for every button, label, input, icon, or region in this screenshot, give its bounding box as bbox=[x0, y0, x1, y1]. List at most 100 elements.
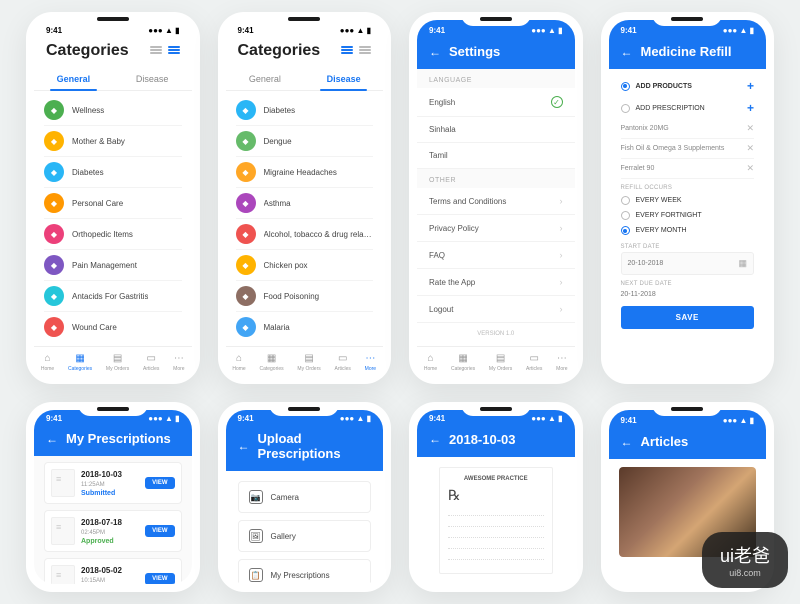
tab-general[interactable]: General bbox=[226, 68, 305, 90]
radio-add-products[interactable] bbox=[621, 82, 630, 91]
settings-row[interactable]: Privacy Policy› bbox=[417, 215, 575, 242]
save-button[interactable]: SAVE bbox=[621, 306, 755, 329]
category-label: Food Poisoning bbox=[264, 292, 320, 301]
category-label: Alcohol, tobacco & drug related illnesse… bbox=[264, 230, 374, 239]
category-row[interactable]: Dengue bbox=[236, 126, 374, 157]
settings-row[interactable]: Terms and Conditions› bbox=[417, 188, 575, 215]
nav-label: Home bbox=[424, 366, 437, 372]
nav-categories[interactable]: ▦Categories bbox=[451, 353, 475, 372]
nav-home[interactable]: ⌂Home bbox=[424, 353, 437, 372]
phone-categories-disease: 9:41●●● ▲ ▮ Categories General Disease D… bbox=[218, 12, 392, 384]
page-title: 2018-10-03 bbox=[449, 432, 516, 447]
back-arrow-icon[interactable]: ← bbox=[46, 432, 58, 446]
nav-my-orders[interactable]: ▤My Orders bbox=[106, 353, 129, 372]
nav-icon: ▭ bbox=[529, 353, 538, 364]
category-row[interactable]: Orthopedic Items bbox=[44, 219, 182, 250]
nav-my-orders[interactable]: ▤My Orders bbox=[297, 353, 320, 372]
prescription-card: 2018-05-02 10:15AMApprovedVIEW bbox=[44, 558, 182, 584]
settings-row[interactable]: Logout› bbox=[417, 296, 575, 323]
list-view-icon[interactable] bbox=[168, 46, 180, 56]
nav-categories[interactable]: ▦Categories bbox=[259, 353, 283, 372]
add-prescription-button[interactable]: + bbox=[747, 101, 754, 115]
start-date-field[interactable]: 20-10-2018▦ bbox=[621, 252, 755, 275]
rx-symbol-icon: ℞ bbox=[448, 488, 544, 505]
category-list: DiabetesDengueMigraine HeadachesAsthma Al… bbox=[226, 91, 384, 346]
refill-radio[interactable] bbox=[621, 211, 630, 220]
category-row[interactable]: Malaria bbox=[236, 312, 374, 342]
nav-icon: ⌂ bbox=[236, 353, 242, 364]
category-row[interactable]: Personal Care bbox=[44, 188, 182, 219]
language-label: English bbox=[429, 98, 455, 107]
nav-icon: ⋯ bbox=[365, 353, 375, 364]
view-button[interactable]: VIEW bbox=[145, 573, 174, 584]
category-row[interactable]: Mother & Baby bbox=[44, 126, 182, 157]
tab-disease[interactable]: Disease bbox=[113, 68, 192, 90]
remove-icon[interactable]: ✕ bbox=[746, 163, 754, 174]
category-row[interactable]: Food Poisoning bbox=[236, 281, 374, 312]
page-title: Articles bbox=[641, 434, 689, 449]
language-option[interactable]: Tamil bbox=[417, 143, 575, 169]
nav-label: My Orders bbox=[489, 366, 512, 372]
tab-general[interactable]: General bbox=[34, 68, 113, 90]
category-row[interactable]: Migraine Headaches bbox=[236, 157, 374, 188]
watermark: ui老爸 ui8.com bbox=[702, 532, 788, 588]
back-arrow-icon[interactable]: ← bbox=[238, 439, 250, 453]
nav-more[interactable]: ⋯More bbox=[173, 353, 184, 372]
upload-option[interactable]: 📷Camera bbox=[238, 481, 372, 513]
category-row[interactable]: Chicken pox bbox=[236, 250, 374, 281]
nav-articles[interactable]: ▭Articles bbox=[526, 353, 542, 372]
nav-more[interactable]: ⋯More bbox=[365, 353, 376, 372]
back-arrow-icon[interactable]: ← bbox=[429, 45, 441, 59]
radio-add-prescription[interactable] bbox=[621, 104, 630, 113]
watermark-url: ui8.com bbox=[729, 568, 761, 578]
category-label: Diabetes bbox=[72, 168, 104, 177]
back-arrow-icon[interactable]: ← bbox=[621, 435, 633, 449]
language-option[interactable]: English✓ bbox=[417, 88, 575, 117]
back-arrow-icon[interactable]: ← bbox=[621, 45, 633, 59]
nav-home[interactable]: ⌂Home bbox=[41, 353, 54, 372]
tab-disease[interactable]: Disease bbox=[304, 68, 383, 90]
category-icon bbox=[236, 162, 256, 182]
page-title: Upload Prescriptions bbox=[258, 431, 372, 461]
settings-row[interactable]: FAQ› bbox=[417, 242, 575, 269]
nav-categories[interactable]: ▦Categories bbox=[68, 353, 92, 372]
next-due-label: NEXT DUE DATE bbox=[621, 275, 755, 289]
refill-option-label: EVERY WEEK bbox=[636, 197, 682, 204]
category-label: Wound Care bbox=[72, 323, 117, 332]
add-product-button[interactable]: + bbox=[747, 79, 754, 93]
remove-icon[interactable]: ✕ bbox=[746, 123, 754, 134]
nav-articles[interactable]: ▭Articles bbox=[143, 353, 159, 372]
nav-my-orders[interactable]: ▤ My Orders bbox=[489, 353, 512, 372]
category-row[interactable]: Alcohol, tobacco & drug related illnesse… bbox=[236, 219, 374, 250]
upload-option[interactable]: 📋My Prescriptions bbox=[238, 559, 372, 584]
category-row[interactable]: Pain Management bbox=[44, 250, 182, 281]
category-icon bbox=[236, 100, 256, 120]
category-icon bbox=[236, 286, 256, 306]
page-title: Medicine Refill bbox=[641, 44, 732, 59]
refill-radio[interactable] bbox=[621, 226, 630, 235]
grid-view-icon[interactable] bbox=[341, 46, 353, 56]
upload-option[interactable]: 🖼Gallery bbox=[238, 520, 372, 552]
settings-row[interactable]: Rate the App› bbox=[417, 269, 575, 296]
nav-icon: ▤ bbox=[496, 353, 505, 364]
category-row[interactable]: Diabetes bbox=[236, 95, 374, 126]
list-view-icon[interactable] bbox=[359, 46, 371, 56]
category-row[interactable]: Wellness bbox=[44, 95, 182, 126]
grid-view-icon[interactable] bbox=[150, 46, 162, 56]
back-arrow-icon[interactable]: ← bbox=[429, 432, 441, 446]
category-row[interactable]: Wound Care bbox=[44, 312, 182, 342]
start-date-label: START DATE bbox=[621, 238, 755, 252]
language-option[interactable]: Sinhala bbox=[417, 117, 575, 143]
category-row[interactable]: Asthma bbox=[236, 188, 374, 219]
nav-more[interactable]: ⋯More bbox=[556, 353, 567, 372]
category-row[interactable]: Antacids For Gastritis bbox=[44, 281, 182, 312]
nav-home[interactable]: ⌂Home bbox=[232, 353, 245, 372]
view-button[interactable]: VIEW bbox=[145, 477, 174, 489]
remove-icon[interactable]: ✕ bbox=[746, 143, 754, 154]
prescription-thumbnail bbox=[51, 565, 75, 584]
nav-articles[interactable]: ▭Articles bbox=[335, 353, 351, 372]
view-button[interactable]: VIEW bbox=[145, 525, 174, 537]
prescription-document: AWESOME PRACTICE ℞ bbox=[439, 467, 553, 574]
refill-radio[interactable] bbox=[621, 196, 630, 205]
category-row[interactable]: Diabetes bbox=[44, 157, 182, 188]
